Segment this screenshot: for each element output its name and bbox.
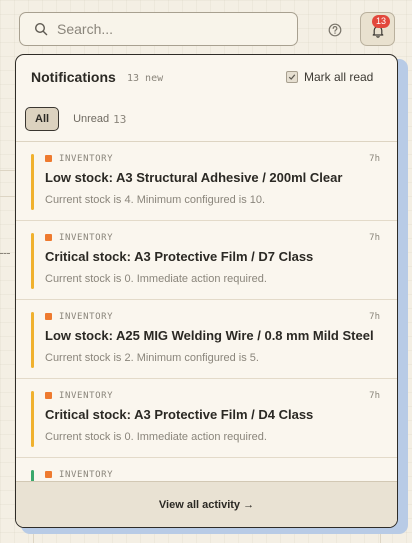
- notification-item[interactable]: INVENTORY 7h Critical stock: A3 Protecti…: [16, 379, 397, 458]
- search-input[interactable]: [57, 21, 297, 37]
- notification-item[interactable]: INVENTORY 7h Low stock: A25 MIG Welding …: [16, 300, 397, 379]
- notification-item[interactable]: INVENTORY 7h Critical stock: A3 Protecti…: [16, 221, 397, 300]
- notification-body: Current stock is 2. Minimum configured i…: [45, 352, 259, 364]
- notification-body: Current stock is 0. Immediate action req…: [45, 431, 267, 443]
- priority-bar: [31, 391, 34, 447]
- view-all-activity-button[interactable]: View all activity →: [16, 481, 397, 527]
- background-connector: [0, 253, 10, 254]
- background-divider: [0, 170, 15, 171]
- background-divider: [0, 196, 15, 197]
- notification-time: 7h: [369, 391, 380, 401]
- mark-all-read-label: Mark all read: [304, 70, 374, 84]
- notification-item[interactable]: INVENTORY: [16, 458, 397, 482]
- notification-body: Current stock is 4. Minimum configured i…: [45, 194, 266, 206]
- notification-category: INVENTORY: [59, 233, 114, 243]
- new-count: 13 new: [127, 73, 164, 84]
- tab-all[interactable]: All: [25, 107, 60, 131]
- tab-unread-count: 13: [113, 112, 127, 126]
- notification-time: 7h: [369, 233, 380, 243]
- filter-tabs: All Unread 13: [25, 107, 126, 131]
- priority-bar: [31, 233, 34, 289]
- notification-category: INVENTORY: [59, 312, 114, 322]
- notification-list[interactable]: INVENTORY 7h Low stock: A3 Structural Ad…: [16, 142, 397, 482]
- help-button[interactable]: [325, 20, 345, 40]
- tab-unread-label: Unread: [73, 113, 110, 125]
- notification-title: Critical stock: A3 Protective Film / D7 …: [45, 249, 314, 264]
- notification-title: Low stock: A25 MIG Welding Wire / 0.8 mm…: [45, 328, 374, 343]
- notification-category: INVENTORY: [59, 391, 114, 401]
- category-icon: [45, 471, 52, 478]
- category-icon: [45, 234, 52, 241]
- search-box[interactable]: [19, 12, 298, 46]
- priority-bar: [31, 154, 34, 210]
- notifications-popover: Notifications 13 new Mark all read All U…: [15, 54, 398, 528]
- help-circle-icon: [328, 23, 342, 37]
- notification-count-badge: 13: [372, 15, 390, 28]
- notification-title: Critical stock: A3 Protective Film / D4 …: [45, 407, 314, 422]
- check-icon: [286, 71, 298, 83]
- category-icon: [45, 155, 52, 162]
- mark-all-read-button[interactable]: Mark all read: [286, 70, 373, 84]
- notification-time: 7h: [369, 154, 380, 164]
- search-icon: [34, 22, 48, 36]
- notification-title: Low stock: A3 Structural Adhesive / 200m…: [45, 170, 343, 185]
- popover-title: Notifications: [31, 69, 116, 85]
- category-icon: [45, 313, 52, 320]
- notification-time: 7h: [369, 312, 380, 322]
- notification-category: INVENTORY: [59, 154, 114, 164]
- popover-header: Notifications 13 new Mark all read: [16, 55, 397, 99]
- notification-body: Current stock is 0. Immediate action req…: [45, 273, 267, 285]
- category-icon: [45, 392, 52, 399]
- tab-unread[interactable]: Unread 13: [73, 113, 126, 126]
- notification-category: INVENTORY: [59, 470, 114, 480]
- app-background: 13 Notifications 13 new Mark all read Al…: [0, 0, 412, 543]
- notification-item[interactable]: INVENTORY 7h Low stock: A3 Structural Ad…: [16, 142, 397, 221]
- priority-bar: [31, 312, 34, 368]
